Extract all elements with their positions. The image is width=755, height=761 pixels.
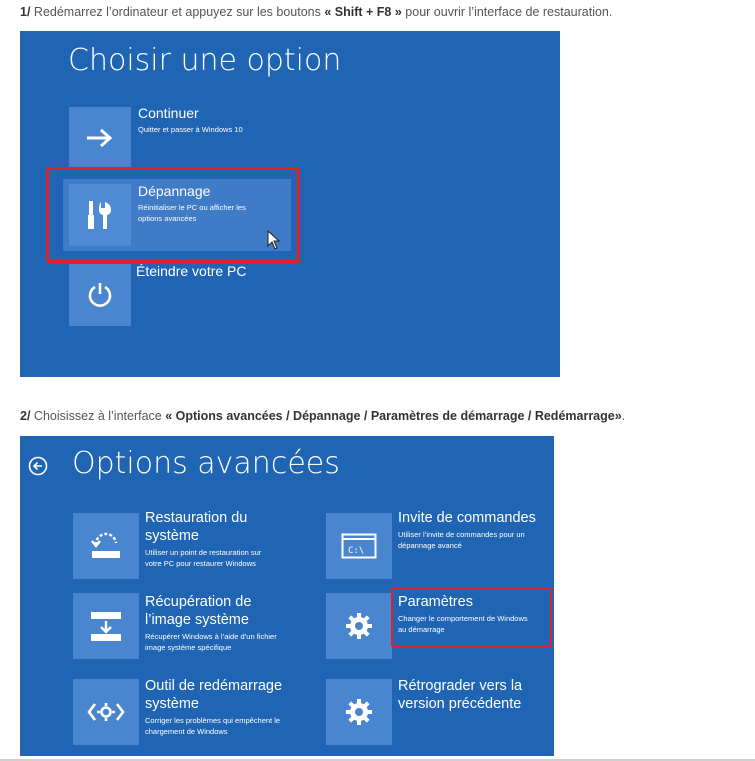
system-restore-desc-1: Utiliser un point de restauration sur xyxy=(145,548,262,557)
system-restore-title-2[interactable]: système xyxy=(145,527,199,545)
startup-repair-tile[interactable] xyxy=(73,679,139,745)
startup-repair-desc-2: chargement de Windows xyxy=(145,727,228,736)
image-recovery-title-1[interactable]: Récupération de xyxy=(145,593,251,611)
image-recovery-title-2[interactable]: l’image système xyxy=(145,611,249,629)
rollback-title-2[interactable]: version précédente xyxy=(398,695,521,713)
continue-tile[interactable] xyxy=(69,107,131,169)
startup-settings-tile[interactable] xyxy=(326,593,392,659)
system-restore-tile[interactable] xyxy=(73,513,139,579)
step-text: Choisissez à l’interface xyxy=(30,409,166,423)
command-prompt-title[interactable]: Invite de commandes xyxy=(398,509,536,527)
startup-repair-title-2[interactable]: système xyxy=(145,695,199,713)
advanced-options-screenshot: Options avancées Restauration du système… xyxy=(20,436,554,756)
command-prompt-desc-1: Utiliser l’invite de commandes pour un xyxy=(398,530,525,539)
command-prompt-desc-2: dépannage avancé xyxy=(398,541,462,550)
screen-title: Choisir une option xyxy=(68,43,342,78)
step-number: 2/ xyxy=(20,409,31,423)
gear-icon xyxy=(346,613,372,639)
step-number: 1/ xyxy=(20,5,31,19)
continue-desc: Quitter et passer à Windows 10 xyxy=(138,125,243,134)
image-recovery-icon xyxy=(91,612,121,641)
system-restore-icon xyxy=(91,532,120,558)
image-recovery-desc-2: image système spécifique xyxy=(145,643,232,652)
command-prompt-label: C:\ xyxy=(348,546,364,556)
command-prompt-tile[interactable]: C:\ xyxy=(326,513,392,579)
shutdown-title[interactable]: Éteindre votre PC xyxy=(136,263,247,280)
command-prompt-icon: C:\ xyxy=(341,533,377,559)
power-icon xyxy=(88,283,112,307)
step-text: Redémarrez l’ordinateur et appuyez sur l… xyxy=(30,5,325,19)
gear-icon xyxy=(346,699,372,725)
rollback-tile[interactable] xyxy=(326,679,392,745)
step-path: « Options avancées / Dépannage / Paramèt… xyxy=(165,409,622,423)
image-recovery-desc-1: Récupérer Windows à l’aide d’un fichier xyxy=(145,632,277,641)
step-keys: « Shift + F8 » xyxy=(324,5,402,19)
step-1-caption: 1/ Redémarrez l’ordinateur et appuyez su… xyxy=(20,5,612,19)
system-restore-desc-2: votre PC pour restaurer Windows xyxy=(145,559,256,568)
startup-repair-desc-1: Corriger les problèmes qui empêchent le xyxy=(145,716,281,725)
continue-title[interactable]: Continuer xyxy=(138,105,199,122)
shutdown-tile[interactable] xyxy=(69,264,131,326)
highlight-frame xyxy=(391,588,552,647)
rollback-title-1[interactable]: Rétrograder vers la xyxy=(398,677,522,695)
choose-option-screenshot: Choisir une option Continuer Quitter et … xyxy=(20,31,560,377)
arrow-right-icon xyxy=(87,128,113,148)
screen-title: Options avancées xyxy=(72,446,340,481)
step-2-caption: 2/ Choisissez à l’interface « Options av… xyxy=(20,409,625,423)
image-recovery-tile[interactable] xyxy=(73,593,139,659)
highlight-frame xyxy=(46,167,300,263)
system-restore-title-1[interactable]: Restauration du xyxy=(145,509,247,527)
startup-repair-title-1[interactable]: Outil de redémarrage xyxy=(145,677,282,695)
back-arrow-icon[interactable] xyxy=(28,456,48,476)
step-text: pour ouvrir l’interface de restauration. xyxy=(401,5,613,19)
step-text: . xyxy=(621,409,626,423)
startup-repair-icon xyxy=(87,703,125,721)
